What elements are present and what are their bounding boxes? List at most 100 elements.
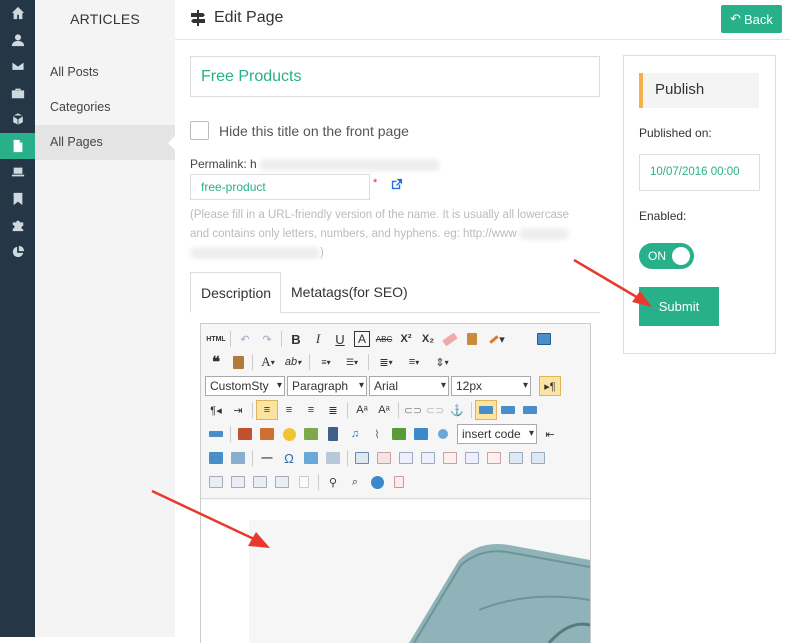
- format-brush-icon[interactable]: [461, 329, 483, 349]
- html-source-button[interactable]: HTML: [205, 329, 227, 349]
- subscript-button[interactable]: X₂: [417, 329, 439, 349]
- template-icon[interactable]: [205, 448, 227, 468]
- insert-col-icon[interactable]: [461, 448, 483, 468]
- print-preview-icon[interactable]: [293, 472, 315, 492]
- font-box-button[interactable]: A: [354, 331, 370, 347]
- paste-icon[interactable]: [227, 352, 249, 372]
- delete-col-icon[interactable]: [483, 448, 505, 468]
- submit-button[interactable]: Submit: [639, 287, 719, 326]
- insert-frame-icon[interactable]: [388, 424, 410, 444]
- word-image-icon[interactable]: [322, 448, 344, 468]
- align-left-icon[interactable]: ≡: [256, 400, 278, 420]
- sidebar-item-all-pages[interactable]: All Pages: [35, 125, 176, 160]
- help-icon[interactable]: [366, 472, 388, 492]
- insert-map-icon[interactable]: [410, 424, 432, 444]
- paragraph-format-select[interactable]: Paragraph: [287, 376, 367, 396]
- insert-code-select[interactable]: insert code: [457, 424, 537, 444]
- split-rows-icon[interactable]: [249, 472, 271, 492]
- insert-video-icon[interactable]: [322, 424, 344, 444]
- mail-icon[interactable]: [0, 53, 35, 80]
- editor-canvas[interactable]: [201, 500, 590, 643]
- delete-row-icon[interactable]: [439, 448, 461, 468]
- magic-wand-icon[interactable]: ▾: [483, 329, 511, 349]
- insert-caption-icon[interactable]: [395, 448, 417, 468]
- sidebar-item-categories[interactable]: Categories: [35, 90, 175, 125]
- back-button[interactable]: ↶ Back: [721, 5, 782, 33]
- underline-button[interactable]: U: [329, 329, 351, 349]
- lowercase-icon[interactable]: Aᵃ: [373, 400, 395, 420]
- image-center-align-icon[interactable]: [205, 424, 227, 444]
- home-icon[interactable]: [0, 0, 35, 27]
- briefcase-icon[interactable]: [0, 80, 35, 107]
- font-color-button[interactable]: A ▾: [256, 352, 280, 372]
- paragraph-spacing-icon[interactable]: ≣ ▾: [372, 352, 400, 372]
- custom-style-select[interactable]: CustomSty: [205, 376, 285, 396]
- eraser-icon[interactable]: [439, 329, 461, 349]
- line-height-icon[interactable]: ⇕ ▾: [428, 352, 456, 372]
- page-break-icon[interactable]: ⇤: [539, 424, 561, 444]
- user-icon[interactable]: [0, 27, 35, 54]
- merge-cells-icon[interactable]: [505, 448, 527, 468]
- unordered-list-icon[interactable]: ☰ ▾: [339, 352, 365, 372]
- align-right-icon[interactable]: ≡: [300, 400, 322, 420]
- font-size-select[interactable]: 12px: [451, 376, 531, 396]
- blockquote-button[interactable]: ❝: [205, 352, 227, 372]
- anchor-icon[interactable]: ⚓: [446, 400, 468, 420]
- insert-row-icon[interactable]: [417, 448, 439, 468]
- indent-icon[interactable]: ⇥: [227, 400, 249, 420]
- search-replace-icon[interactable]: ⚲: [322, 472, 344, 492]
- bookmark-icon[interactable]: [0, 186, 35, 213]
- highlight-button[interactable]: ab ▾: [280, 352, 306, 372]
- cube-icon[interactable]: [0, 106, 35, 133]
- insert-image-gallery-icon[interactable]: [256, 424, 278, 444]
- hide-title-checkbox[interactable]: [190, 121, 209, 140]
- redo-icon[interactable]: ↷: [256, 329, 278, 349]
- pie-chart-icon[interactable]: [0, 239, 35, 266]
- ltr-direction-icon[interactable]: ▸¶: [539, 376, 561, 396]
- image-none-align-icon[interactable]: [475, 400, 497, 420]
- align-menu-icon[interactable]: ≡ ▾: [400, 352, 428, 372]
- insert-image-icon[interactable]: [234, 424, 256, 444]
- enabled-toggle[interactable]: ON: [639, 243, 694, 269]
- title-input[interactable]: Free Products: [190, 56, 600, 97]
- sidebar-item-all-posts[interactable]: All Posts: [35, 55, 175, 90]
- unlink-icon[interactable]: ⊂⊃: [424, 400, 446, 420]
- strikethrough-button[interactable]: ABC: [373, 329, 395, 349]
- external-link-icon[interactable]: [390, 178, 403, 191]
- puzzle-icon[interactable]: [0, 212, 35, 239]
- horizontal-rule-button[interactable]: —: [256, 448, 278, 468]
- font-family-select[interactable]: Arial: [369, 376, 449, 396]
- emoticon-icon[interactable]: [278, 424, 300, 444]
- tab-metatags[interactable]: Metatags(for SEO): [281, 272, 418, 313]
- undo-icon[interactable]: ↶: [234, 329, 256, 349]
- special-char-button[interactable]: Ω: [278, 448, 300, 468]
- uppercase-icon[interactable]: Aᵃ: [351, 400, 373, 420]
- delete-table-icon[interactable]: [373, 448, 395, 468]
- page-icon[interactable]: [0, 132, 35, 159]
- slug-input[interactable]: free-product: [190, 174, 370, 200]
- ordered-list-icon[interactable]: ≡ ▾: [313, 352, 339, 372]
- scrawl-icon[interactable]: [300, 424, 322, 444]
- merge-down-icon[interactable]: [205, 472, 227, 492]
- insert-music-icon[interactable]: ♫: [344, 424, 366, 444]
- image-right-align-icon[interactable]: [519, 400, 541, 420]
- italic-button[interactable]: I: [307, 329, 329, 349]
- insert-table-icon[interactable]: [351, 448, 373, 468]
- link-icon[interactable]: ⊂⊃: [402, 400, 424, 420]
- insert-code-icon[interactable]: [432, 424, 454, 444]
- laptop-icon[interactable]: [0, 159, 35, 186]
- hide-title-option[interactable]: Hide this title on the front page: [190, 121, 409, 140]
- rtl-direction-icon[interactable]: ¶◂: [205, 400, 227, 420]
- align-justify-icon[interactable]: ≣: [322, 400, 344, 420]
- split-cols-icon[interactable]: [271, 472, 293, 492]
- align-center-icon[interactable]: ≡: [278, 400, 300, 420]
- merge-right-icon[interactable]: [527, 448, 549, 468]
- tab-description[interactable]: Description: [190, 272, 281, 313]
- snapscreen-icon[interactable]: [300, 448, 322, 468]
- attachment-icon[interactable]: ⌇: [366, 424, 388, 444]
- image-left-align-icon[interactable]: [497, 400, 519, 420]
- split-cells-icon[interactable]: [227, 472, 249, 492]
- superscript-button[interactable]: X²: [395, 329, 417, 349]
- preview-icon[interactable]: [533, 329, 555, 349]
- bold-button[interactable]: B: [285, 329, 307, 349]
